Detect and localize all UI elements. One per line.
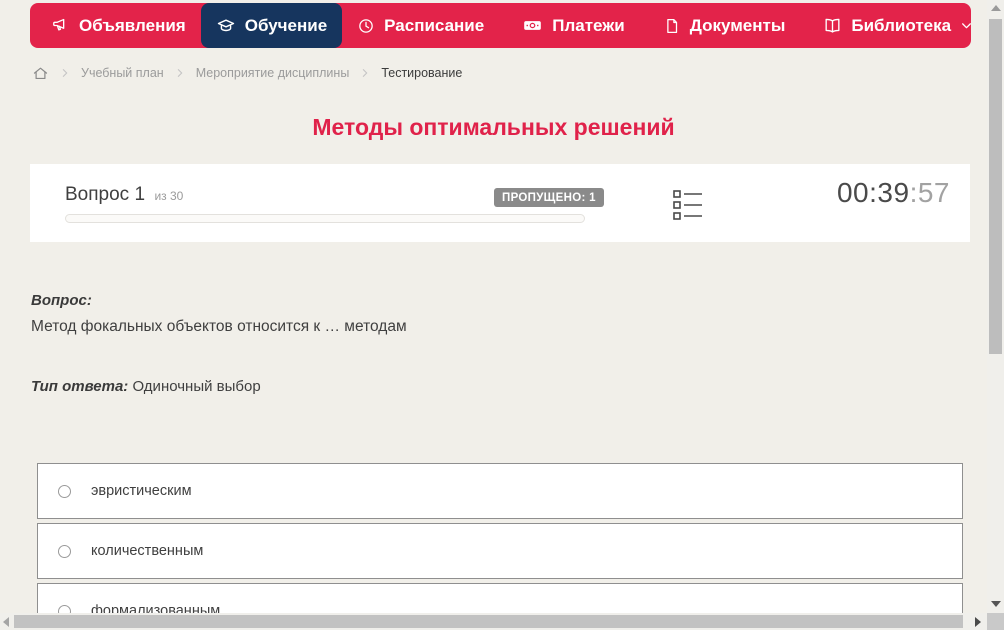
graduation-cap-icon bbox=[216, 16, 236, 36]
breadcrumb-item-discipline-event[interactable]: Мероприятие дисциплины bbox=[196, 66, 350, 80]
banknote-icon bbox=[522, 15, 543, 36]
quiz-header-panel: Вопрос 1 из 30 ПРОПУЩЕНО: 1 00:39:57 bbox=[30, 164, 970, 242]
nav-item-label: Объявления bbox=[79, 15, 186, 35]
skipped-badge: ПРОПУЩЕНО: 1 bbox=[494, 188, 604, 207]
timer-hours-minutes: 00:39 bbox=[836, 177, 910, 208]
answer-option[interactable]: эвристическим bbox=[37, 463, 963, 519]
breadcrumb-item-testing: Тестирование bbox=[381, 66, 463, 80]
nav-item-label: Расписание bbox=[384, 15, 485, 35]
answer-option[interactable]: формализованным bbox=[37, 583, 963, 613]
chevron-down-icon bbox=[960, 19, 973, 32]
top-navigation: Объявления Обучение Расписание Платежи Д… bbox=[30, 3, 972, 48]
chevron-right-icon bbox=[175, 68, 185, 78]
horizontal-scrollbar[interactable] bbox=[0, 613, 987, 630]
answer-option-label: количественным bbox=[91, 543, 204, 559]
answer-type-label: Тип ответа: bbox=[31, 378, 129, 395]
quiz-progress-bar bbox=[65, 214, 585, 223]
question-label: Вопрос: bbox=[31, 292, 92, 309]
radio-button[interactable] bbox=[58, 484, 71, 498]
scroll-down-arrow-icon[interactable] bbox=[991, 601, 1001, 607]
scroll-up-arrow-icon[interactable] bbox=[991, 5, 1001, 11]
vertical-scrollbar-thumb[interactable] bbox=[989, 19, 1002, 354]
nav-item-announcements[interactable]: Объявления bbox=[36, 3, 201, 48]
vertical-scrollbar[interactable] bbox=[987, 0, 1004, 613]
question-list-icon[interactable] bbox=[672, 188, 703, 227]
breadcrumb-item-curriculum[interactable]: Учебный план bbox=[81, 66, 164, 80]
page-title: Методы оптимальных решений bbox=[312, 114, 675, 140]
horizontal-scrollbar-thumb[interactable] bbox=[14, 615, 963, 628]
nav-item-schedule[interactable]: Расписание bbox=[342, 3, 499, 48]
nav-item-learning[interactable]: Обучение bbox=[200, 3, 343, 48]
document-icon bbox=[663, 17, 681, 35]
chevron-right-icon bbox=[360, 68, 370, 78]
nav-item-label: Обучение bbox=[244, 15, 328, 35]
scrollbar-corner bbox=[987, 613, 1004, 630]
scroll-left-arrow-icon[interactable] bbox=[3, 617, 9, 627]
book-icon bbox=[823, 16, 842, 35]
scroll-right-arrow-icon[interactable] bbox=[975, 617, 981, 627]
nav-item-label: Платежи bbox=[552, 15, 625, 35]
home-icon[interactable] bbox=[32, 65, 49, 82]
answer-type-line: Тип ответа: Одиночный выбор bbox=[31, 378, 261, 395]
nav-item-library[interactable]: Библиотека bbox=[808, 3, 987, 48]
nav-item-documents[interactable]: Документы bbox=[648, 3, 801, 48]
nav-item-label: Библиотека bbox=[851, 15, 952, 35]
question-text: Метод фокальных объектов относится к … м… bbox=[31, 318, 407, 335]
breadcrumb: Учебный план Мероприятие дисциплины Тест… bbox=[32, 63, 462, 83]
radio-button[interactable] bbox=[58, 604, 71, 613]
nav-item-payments[interactable]: Платежи bbox=[507, 3, 640, 48]
timer: 00:39:57 bbox=[837, 177, 950, 209]
clock-icon bbox=[357, 17, 375, 35]
answer-type-value: Одиночный выбор bbox=[132, 378, 261, 395]
answer-option[interactable]: количественным bbox=[37, 523, 963, 579]
radio-button[interactable] bbox=[58, 544, 71, 558]
answer-option-label: формализованным bbox=[91, 603, 221, 613]
megaphone-icon bbox=[51, 16, 70, 35]
chevron-right-icon bbox=[60, 68, 70, 78]
question-number: Вопрос 1 bbox=[65, 184, 146, 205]
answer-option-label: эвристическим bbox=[91, 483, 192, 499]
question-counter: Вопрос 1 из 30 bbox=[65, 184, 183, 206]
timer-seconds: :57 bbox=[909, 177, 950, 208]
page-content: Объявления Обучение Расписание Платежи Д… bbox=[0, 0, 987, 613]
nav-item-label: Документы bbox=[689, 15, 786, 35]
question-total: из 30 bbox=[154, 189, 184, 203]
